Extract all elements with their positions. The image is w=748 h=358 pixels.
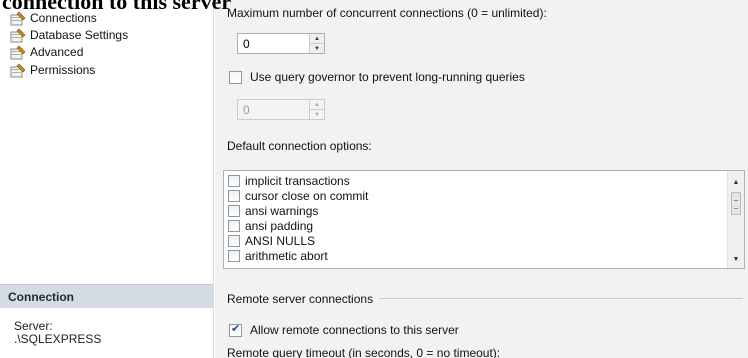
wrench-page-icon bbox=[10, 28, 26, 43]
increment-arrow-icon[interactable]: ▲ bbox=[310, 100, 324, 109]
options-scrollbar[interactable]: ▲ ▼ bbox=[727, 171, 744, 268]
list-item[interactable]: ANSI NULLS bbox=[228, 233, 315, 248]
server-value: .\SQLEXPRESS bbox=[14, 332, 102, 346]
sidebar-item-label: Permissions bbox=[30, 63, 96, 77]
option-label: arithmetic abort bbox=[245, 248, 328, 263]
scrollbar-thumb[interactable] bbox=[731, 192, 741, 215]
query-governor-value[interactable]: 0 bbox=[238, 100, 309, 119]
option-checkbox[interactable] bbox=[228, 234, 240, 247]
query-governor-label: Use query governor to prevent long-runni… bbox=[250, 70, 525, 84]
option-checkbox[interactable] bbox=[228, 219, 240, 232]
scroll-up-arrow-icon[interactable]: ▲ bbox=[728, 175, 744, 189]
increment-arrow-icon[interactable]: ▲ bbox=[310, 34, 324, 43]
sidebar-item-label: Database Settings bbox=[30, 28, 129, 42]
option-checkbox[interactable] bbox=[228, 204, 240, 217]
remote-connections-group-label: Remote server connections bbox=[227, 292, 374, 306]
max-connections-stepper[interactable]: 0 ▲ ▼ bbox=[237, 33, 325, 54]
sidebar-item-label: Advanced bbox=[30, 45, 84, 59]
list-item[interactable]: implicit transactions bbox=[228, 173, 350, 188]
option-checkbox[interactable] bbox=[228, 174, 240, 187]
allow-remote-label: Allow remote connections to this server bbox=[250, 323, 459, 337]
overlay-heading: connection to this server bbox=[2, 0, 232, 14]
option-checkbox[interactable] bbox=[228, 249, 240, 262]
connection-section-header: Connection bbox=[0, 284, 213, 308]
list-item[interactable]: ansi padding bbox=[228, 218, 313, 233]
wrench-page-icon bbox=[10, 63, 26, 78]
decrement-arrow-icon[interactable]: ▼ bbox=[310, 109, 324, 119]
query-governor-checkbox[interactable] bbox=[229, 71, 242, 84]
option-checkbox[interactable] bbox=[228, 189, 240, 202]
query-governor-stepper[interactable]: 0 ▲ ▼ bbox=[237, 99, 325, 120]
option-label: implicit transactions bbox=[245, 173, 350, 188]
group-divider bbox=[379, 298, 743, 299]
list-item[interactable]: ansi warnings bbox=[228, 203, 318, 218]
scroll-down-arrow-icon[interactable]: ▼ bbox=[728, 252, 744, 266]
option-label: cursor close on commit bbox=[245, 188, 369, 203]
sidebar-item-database-settings[interactable]: Database Settings bbox=[10, 26, 128, 44]
decrement-arrow-icon[interactable]: ▼ bbox=[310, 43, 324, 53]
list-item[interactable]: arithmetic abort bbox=[228, 248, 328, 263]
max-connections-label: Maximum number of concurrent connections… bbox=[227, 6, 547, 20]
list-item[interactable]: cursor close on commit bbox=[228, 188, 368, 203]
wrench-page-icon bbox=[10, 45, 26, 60]
remote-timeout-label: Remote query timeout (in seconds, 0 = no… bbox=[227, 346, 501, 358]
sidebar-item-advanced[interactable]: Advanced bbox=[10, 43, 83, 61]
default-options-list[interactable]: implicit transactions cursor close on co… bbox=[223, 170, 745, 269]
option-label: ansi padding bbox=[245, 218, 314, 233]
sidebar: Connections Database Settings Advanced P… bbox=[0, 0, 214, 358]
default-options-label: Default connection options: bbox=[227, 139, 372, 153]
server-label: Server: bbox=[14, 319, 53, 333]
sidebar-item-permissions[interactable]: Permissions bbox=[10, 61, 95, 79]
connections-settings-panel: Maximum number of concurrent connections… bbox=[215, 0, 748, 358]
max-connections-value[interactable]: 0 bbox=[238, 34, 309, 53]
option-label: ansi warnings bbox=[245, 203, 319, 218]
option-label: ANSI NULLS bbox=[245, 233, 316, 248]
allow-remote-checkbox[interactable] bbox=[229, 322, 242, 337]
